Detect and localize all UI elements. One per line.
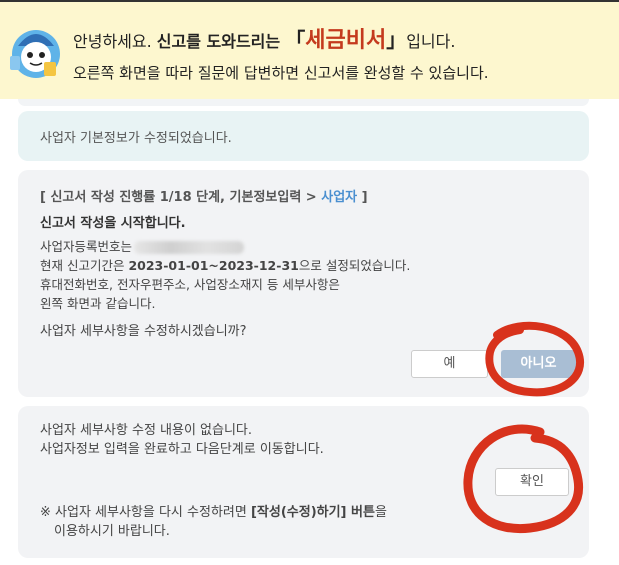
detail-line-1: 휴대전화번호, 전자우편주소, 사업장소재지 등 세부사항은 — [40, 277, 340, 292]
info-message: 사업자 기본정보가 수정되었습니다. — [40, 131, 232, 146]
edit-note: ※ 사업자 세부사항을 다시 수정하려면 [작성(수정)하기] 버튼을 이용하시… — [40, 503, 387, 541]
progress-header: [ 신고서 작성 진행률 1/18 단계, 기본정보입력 > 사업자 ] — [40, 186, 368, 205]
question-title: 신고서 작성을 시작합니다. — [40, 216, 186, 231]
banner-instruction: 오른쪽 화면을 따라 질문에 답변하면 신고서를 완성할 수 있습니다. — [73, 64, 489, 82]
banner-greeting: 안녕하세요. 신고를 도와드리는 「세금비서」입니다. — [73, 22, 455, 54]
info-message-box: 사업자 기본정보가 수정되었습니다. — [18, 111, 589, 161]
redacted-reg-number — [134, 241, 245, 254]
note-suffix: 을 — [374, 505, 387, 520]
detail-line-2: 왼쪽 화면과 같습니다. — [40, 296, 156, 311]
answer-line-2: 사업자정보 입력을 완료하고 다음단계로 이동합니다. — [40, 442, 324, 457]
intro-text: 신고를 도와드리는 — [156, 32, 281, 51]
period-suffix: 으로 설정되었습니다. — [298, 258, 411, 273]
period-value: 2023-01-01~2023-12-31 — [128, 258, 299, 273]
question-body: 사업자등록번호는 현재 신고기간은 2023-01-01~2023-12-31으… — [40, 237, 410, 313]
progress-suffix: ] — [357, 190, 368, 205]
guide-banner: 안녕하세요. 신고를 도와드리는 「세금비서」입니다. 오른쪽 화면을 따라 질… — [0, 2, 619, 99]
bracket-open: 「 — [285, 28, 306, 52]
period-line: 현재 신고기간은 2023-01-01~2023-12-31으로 설정되었습니다… — [40, 256, 410, 275]
brand-name: 세금비서 — [305, 28, 387, 53]
note-button-ref: [작성(수정)하기] 버튼 — [250, 505, 375, 520]
confirm-button[interactable]: 확인 — [495, 468, 569, 496]
greeting-suffix: 입니다. — [406, 32, 456, 51]
yes-button[interactable]: 예 — [411, 350, 488, 378]
answer-body: 사업자 세부사항 수정 내용이 없습니다. 사업자정보 입력을 완료하고 다음단… — [40, 421, 324, 459]
note-prefix: ※ 사업자 세부사항을 다시 수정하려면 — [40, 505, 251, 520]
reg-number-line: 사업자등록번호는 — [40, 237, 410, 256]
mascot-icon — [10, 30, 60, 78]
question-ask: 사업자 세부사항을 수정하시겠습니까? — [40, 324, 247, 339]
greeting-text: 안녕하세요. — [73, 32, 157, 51]
reg-number-label: 사업자등록번호는 — [40, 239, 133, 254]
previous-message-edge — [18, 99, 589, 106]
progress-prefix: [ 신고서 작성 진행률 1/18 단계, 기본정보입력 > — [40, 190, 322, 205]
no-button[interactable]: 아니오 — [501, 350, 576, 378]
progress-current-step: 사업자 — [321, 190, 358, 205]
bracket-close: 」 — [386, 28, 407, 52]
answer-box: 사업자 세부사항 수정 내용이 없습니다. 사업자정보 입력을 완료하고 다음단… — [18, 406, 589, 558]
question-box: [ 신고서 작성 진행률 1/18 단계, 기본정보입력 > 사업자 ] 신고서… — [18, 170, 589, 397]
answer-line-1: 사업자 세부사항 수정 내용이 없습니다. — [40, 423, 253, 438]
note-line-2: 이용하시기 바랍니다. — [54, 524, 170, 539]
period-prefix: 현재 신고기간은 — [40, 258, 129, 273]
